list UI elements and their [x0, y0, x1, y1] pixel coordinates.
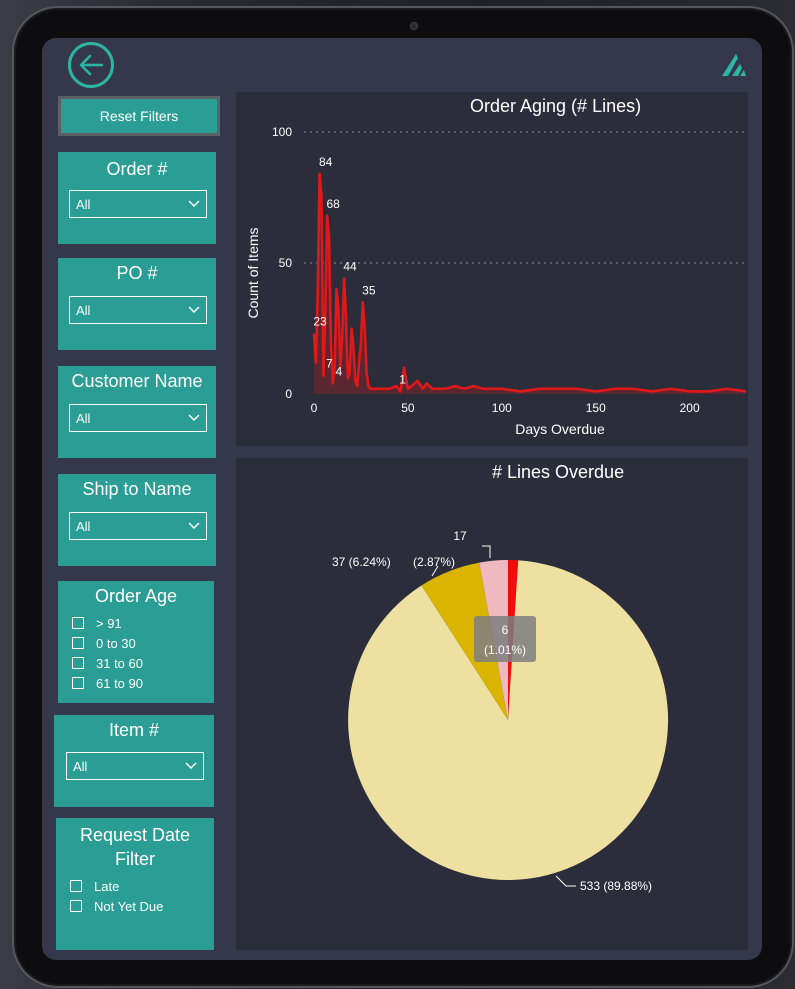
po-filter-title: PO #	[116, 263, 158, 283]
po-filter-card: PO # All	[58, 258, 216, 350]
order-age-option-91plus[interactable]: > 91	[72, 613, 143, 633]
order-dropdown[interactable]: All	[69, 190, 207, 218]
aging-series-line	[312, 172, 747, 393]
customer-dropdown[interactable]: All	[69, 404, 207, 432]
x-tick-label: 50	[401, 401, 415, 415]
order-filter-title: Order #	[106, 159, 168, 179]
y-tick-label: 100	[272, 125, 292, 139]
x-tick-label: 0	[311, 401, 318, 415]
checkbox[interactable]	[72, 657, 84, 669]
back-button[interactable]	[68, 42, 114, 88]
item-dropdown[interactable]: All	[66, 752, 204, 780]
chevron-down-icon	[188, 200, 200, 208]
order-age-option-0-30[interactable]: 0 to 30	[72, 633, 143, 653]
shipto-filter-card: Ship to Name All	[58, 474, 216, 566]
slice-label: (1.01%)	[484, 643, 526, 657]
customer-dropdown-value: All	[76, 410, 91, 426]
slice-label: 6	[502, 623, 509, 637]
data-label: 35	[362, 283, 376, 297]
slice-label: 17	[453, 529, 467, 543]
request-date-option-late[interactable]: Late	[70, 876, 163, 896]
chevron-down-icon	[185, 762, 197, 770]
shipto-dropdown[interactable]: All	[69, 512, 207, 540]
shipto-filter-title: Ship to Name	[82, 479, 192, 499]
order-aging-panel: Order Aging (# Lines) 0 50 100 0 50 100 150 200…	[236, 92, 748, 446]
option-label: Late	[94, 878, 120, 894]
data-label: 7	[326, 357, 333, 371]
request-date-option-not-yet-due[interactable]: Not Yet Due	[70, 896, 163, 916]
order-age-filter-card: Order Age > 91 0 to 30 31 to 60 61 to 90	[58, 581, 214, 703]
data-label: 1	[399, 372, 406, 386]
request-date-title-line1: Request Date	[79, 825, 191, 845]
checkbox[interactable]	[72, 637, 84, 649]
reset-filters-button[interactable]: Reset Filters	[58, 96, 220, 136]
data-label: 4	[335, 365, 342, 379]
slice-label: 37 (6.24%)	[332, 555, 391, 569]
option-label: 0 to 30	[96, 635, 136, 651]
chevron-down-icon	[188, 414, 200, 422]
lines-overdue-panel: # Lines Overdue 6 (1.01%) 533 (89.88%) 37 (…	[236, 458, 748, 950]
checkbox[interactable]	[70, 880, 82, 892]
option-label: 31 to 60	[96, 655, 143, 671]
y-axis-label: Count of Items	[245, 227, 261, 318]
chevron-down-icon	[188, 522, 200, 530]
order-age-option-31-60[interactable]: 31 to 60	[72, 653, 143, 673]
customer-filter-title: Customer Name	[71, 371, 203, 391]
lines-overdue-pie-chart: 6 (1.01%) 533 (89.88%) 37 (6.24%) 17 (2.87%)	[332, 529, 669, 893]
data-label: 44	[343, 260, 357, 274]
request-date-filter-card: Request Date Filter Late Not Yet Due	[56, 818, 214, 950]
aging-area	[314, 173, 746, 394]
option-label: Not Yet Due	[94, 898, 164, 914]
option-label: > 91	[96, 615, 122, 631]
order-filter-card: Order # All	[58, 152, 216, 244]
order-age-filter-title: Order Age	[94, 586, 178, 606]
y-tick-label: 0	[285, 387, 292, 401]
leader-line	[482, 545, 491, 558]
arrow-left-icon	[79, 54, 104, 76]
order-age-option-61-90[interactable]: 61 to 90	[72, 673, 143, 693]
checkbox[interactable]	[70, 900, 82, 912]
request-date-title-line2: Filter	[115, 849, 155, 869]
x-axis-label: Days Overdue	[515, 421, 605, 437]
slice-label: (2.87%)	[413, 555, 455, 569]
item-filter-card: Item # All	[54, 715, 214, 807]
order-aging-chart: 0 50 100 0 50 100 150 200 Days Overdue Count of I…	[245, 125, 747, 437]
brand-logo-icon	[722, 54, 746, 76]
y-tick-label: 50	[279, 256, 293, 270]
leader-line	[555, 875, 576, 887]
slice-label: 533 (89.88%)	[580, 879, 652, 893]
checkbox[interactable]	[72, 677, 84, 689]
data-label: 84	[319, 155, 333, 169]
checkbox[interactable]	[72, 617, 84, 629]
x-tick-label: 200	[680, 401, 700, 415]
data-label: 23	[313, 315, 327, 329]
x-tick-label: 150	[586, 401, 606, 415]
customer-filter-card: Customer Name All	[58, 366, 216, 458]
shipto-dropdown-value: All	[76, 518, 91, 534]
chevron-down-icon	[188, 306, 200, 314]
camera-icon	[410, 22, 418, 30]
item-dropdown-value: All	[73, 758, 88, 774]
dashboard-screen: Reset Filters Order # All PO # All Custo…	[42, 38, 762, 960]
po-dropdown-value: All	[76, 302, 91, 318]
order-dropdown-value: All	[76, 196, 91, 212]
x-tick-label: 100	[492, 401, 512, 415]
data-label: 68	[326, 197, 340, 211]
item-filter-title: Item #	[108, 720, 160, 740]
option-label: 61 to 90	[96, 675, 143, 691]
po-dropdown[interactable]: All	[69, 296, 207, 324]
